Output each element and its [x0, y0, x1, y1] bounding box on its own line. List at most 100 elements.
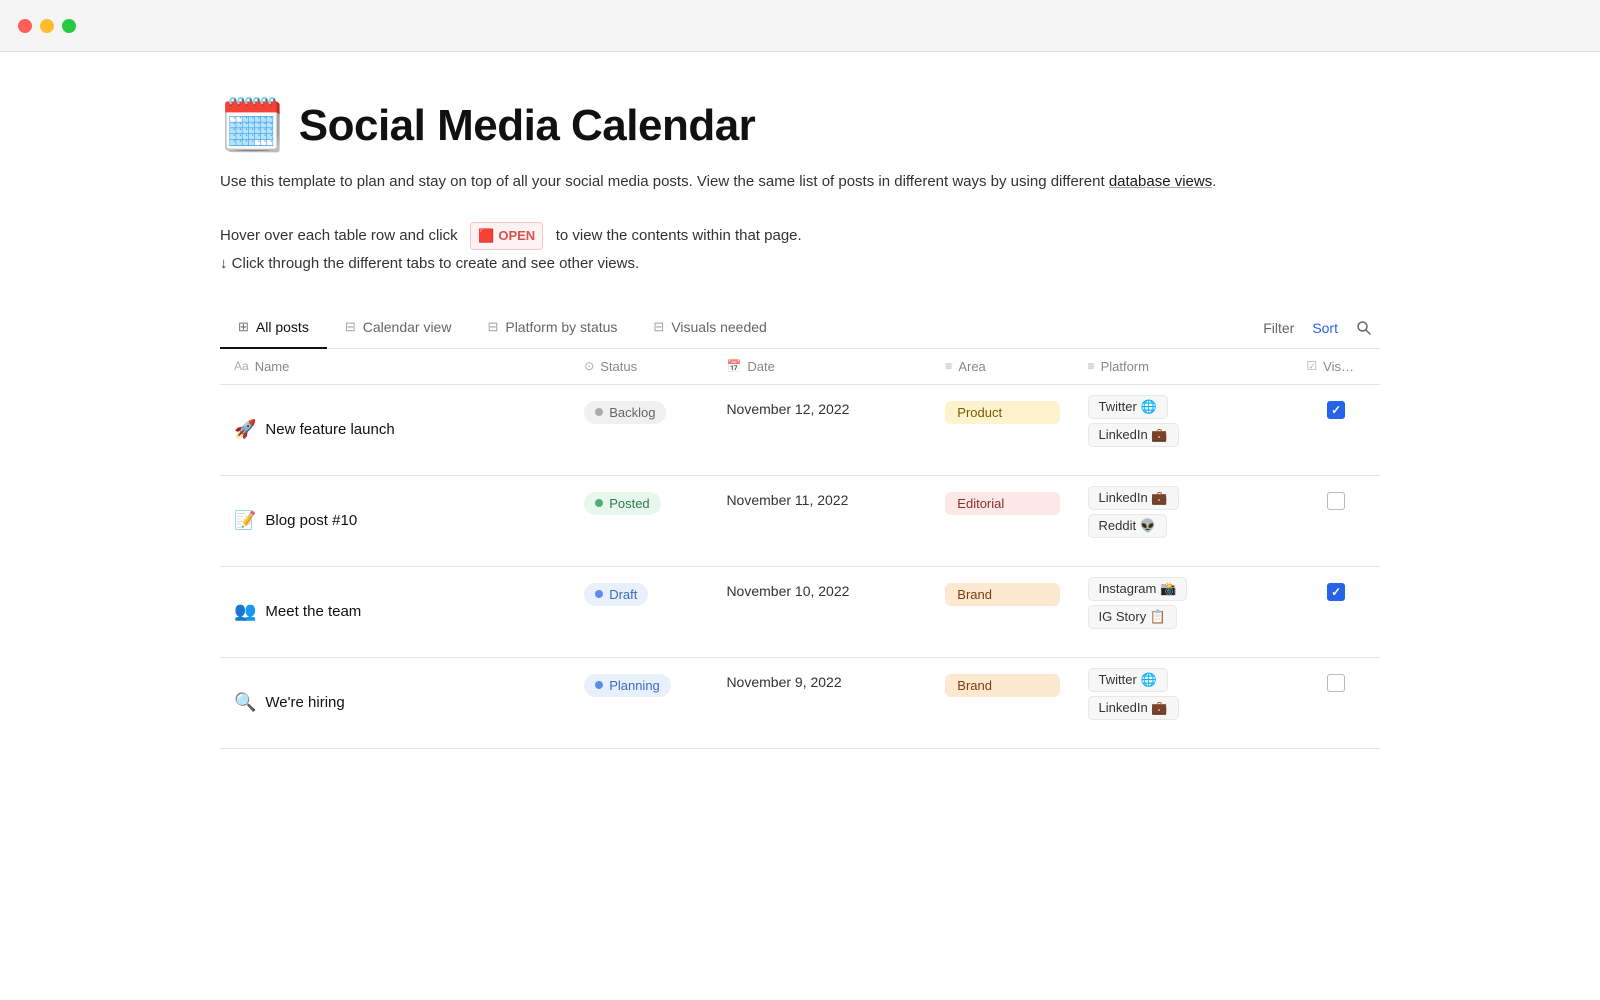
cell-date-row-3: November 10, 2022	[712, 566, 931, 657]
col-header-visuals: ☑ Vis…	[1292, 349, 1380, 385]
cell-area-row-2: Editorial	[931, 475, 1073, 566]
tab-platform-by-status[interactable]: ⊟ Platform by status	[469, 309, 635, 349]
tabs-row: ⊞ All posts ⊟ Calendar view ⊟ Platform b…	[220, 309, 1380, 349]
col-name-icon: Aa	[234, 359, 249, 373]
col-header-platform: ≡ Platform	[1074, 349, 1293, 385]
status-label: Planning	[609, 678, 660, 693]
area-tag: Brand	[945, 583, 1059, 606]
fullscreen-button[interactable]	[62, 19, 76, 33]
cell-visual-row-2[interactable]	[1292, 475, 1380, 566]
cell-name-row-2: 📝 Blog post #10	[220, 475, 570, 566]
status-dot	[595, 499, 603, 507]
platform-item: LinkedIn 💼	[1088, 423, 1179, 447]
tab-visuals-icon: ⊟	[653, 319, 664, 335]
cell-visual-row-1[interactable]	[1292, 384, 1380, 475]
platform-item: LinkedIn 💼	[1088, 696, 1179, 720]
platform-item: Twitter 🌐	[1088, 395, 1168, 419]
col-visuals-icon: ☑	[1306, 359, 1317, 373]
cell-status-row-1: Backlog	[570, 384, 712, 475]
page-icon: 🗓️	[220, 100, 285, 152]
row-name: New feature launch	[265, 421, 394, 438]
close-button[interactable]	[18, 19, 32, 33]
search-button[interactable]	[1356, 320, 1372, 336]
filter-button[interactable]: Filter	[1263, 320, 1294, 336]
table-row[interactable]: 👥 Meet the team Draft November 10, 2022 …	[220, 566, 1380, 657]
row-icon: 🔍	[234, 692, 256, 713]
row-icon: 🚀	[234, 419, 256, 440]
cell-name-row-4: 🔍 We're hiring	[220, 657, 570, 748]
status-badge: Planning	[584, 674, 671, 697]
cell-status-row-3: Draft	[570, 566, 712, 657]
cell-platform-row-1: Twitter 🌐 LinkedIn 💼	[1074, 384, 1293, 475]
area-tag: Brand	[945, 674, 1059, 697]
platform-item: LinkedIn 💼	[1088, 486, 1179, 510]
status-label: Draft	[609, 587, 637, 602]
titlebar	[0, 0, 1600, 52]
status-label: Posted	[609, 496, 649, 511]
status-dot	[595, 681, 603, 689]
posts-table: Aa Name ⊙ Status 📅 Date	[220, 349, 1380, 749]
cell-area-row-3: Brand	[931, 566, 1073, 657]
open-badge-icon: 🟥	[478, 224, 494, 247]
row-icon: 📝	[234, 510, 256, 531]
cell-status-row-4: Planning	[570, 657, 712, 748]
cell-date-row-2: November 11, 2022	[712, 475, 931, 566]
visual-checkbox[interactable]	[1327, 401, 1345, 419]
table-header-row: Aa Name ⊙ Status 📅 Date	[220, 349, 1380, 385]
tab-visuals-needed[interactable]: ⊟ Visuals needed	[635, 309, 784, 349]
col-status-icon: ⊙	[584, 359, 594, 373]
tab-platform-icon: ⊟	[487, 319, 498, 335]
visual-checkbox[interactable]	[1327, 583, 1345, 601]
tab-all-posts[interactable]: ⊞ All posts	[220, 309, 327, 349]
col-area-icon: ≡	[945, 359, 952, 373]
platform-item: IG Story 📋	[1088, 605, 1177, 629]
tab-calendar-icon: ⊟	[345, 319, 356, 335]
platform-item: Instagram 📸	[1088, 577, 1188, 601]
visual-checkbox[interactable]	[1327, 492, 1345, 510]
row-name: Blog post #10	[265, 512, 357, 529]
cell-area-row-1: Product	[931, 384, 1073, 475]
status-badge: Backlog	[584, 401, 666, 424]
col-header-status: ⊙ Status	[570, 349, 712, 385]
col-date-icon: 📅	[726, 359, 741, 373]
cell-status-row-2: Posted	[570, 475, 712, 566]
table-row[interactable]: 📝 Blog post #10 Posted November 11, 2022…	[220, 475, 1380, 566]
status-badge: Draft	[584, 583, 648, 606]
minimize-button[interactable]	[40, 19, 54, 33]
area-tag: Editorial	[945, 492, 1059, 515]
col-header-date: 📅 Date	[712, 349, 931, 385]
cell-visual-row-4[interactable]	[1292, 657, 1380, 748]
row-name: Meet the team	[265, 603, 361, 620]
table-row[interactable]: 🚀 New feature launch Backlog November 12…	[220, 384, 1380, 475]
page-description: Use this template to plan and stay on to…	[220, 170, 1380, 194]
page-header: 🗓️ Social Media Calendar	[220, 100, 1380, 152]
status-dot	[595, 408, 603, 416]
cell-visual-row-3[interactable]	[1292, 566, 1380, 657]
row-icon: 👥	[234, 601, 256, 622]
main-content: 🗓️ Social Media Calendar Use this templa…	[100, 52, 1500, 809]
col-header-area: ≡ Area	[931, 349, 1073, 385]
platform-item: Reddit 👽	[1088, 514, 1167, 538]
table-wrapper: Aa Name ⊙ Status 📅 Date	[220, 349, 1380, 749]
col-header-name: Aa Name	[220, 349, 570, 385]
table-row[interactable]: 🔍 We're hiring Planning November 9, 2022…	[220, 657, 1380, 748]
cell-date-row-1: November 12, 2022	[712, 384, 931, 475]
cell-area-row-4: Brand	[931, 657, 1073, 748]
status-label: Backlog	[609, 405, 655, 420]
tabs-left: ⊞ All posts ⊟ Calendar view ⊟ Platform b…	[220, 309, 1263, 348]
col-platform-icon: ≡	[1088, 359, 1095, 373]
platform-item: Twitter 🌐	[1088, 668, 1168, 692]
visual-checkbox[interactable]	[1327, 674, 1345, 692]
area-tag: Product	[945, 401, 1059, 424]
tab-calendar-view[interactable]: ⊟ Calendar view	[327, 309, 470, 349]
search-icon	[1356, 320, 1372, 336]
database-views-link[interactable]: database views	[1109, 173, 1212, 190]
cell-name-row-1: 🚀 New feature launch	[220, 384, 570, 475]
sort-button[interactable]: Sort	[1312, 320, 1338, 336]
status-dot	[595, 590, 603, 598]
cell-name-row-3: 👥 Meet the team	[220, 566, 570, 657]
cell-platform-row-3: Instagram 📸 IG Story 📋	[1074, 566, 1293, 657]
instructions: Hover over each table row and click 🟥 OP…	[220, 222, 1380, 277]
page-title: Social Media Calendar	[299, 101, 756, 151]
cell-platform-row-2: LinkedIn 💼 Reddit 👽	[1074, 475, 1293, 566]
